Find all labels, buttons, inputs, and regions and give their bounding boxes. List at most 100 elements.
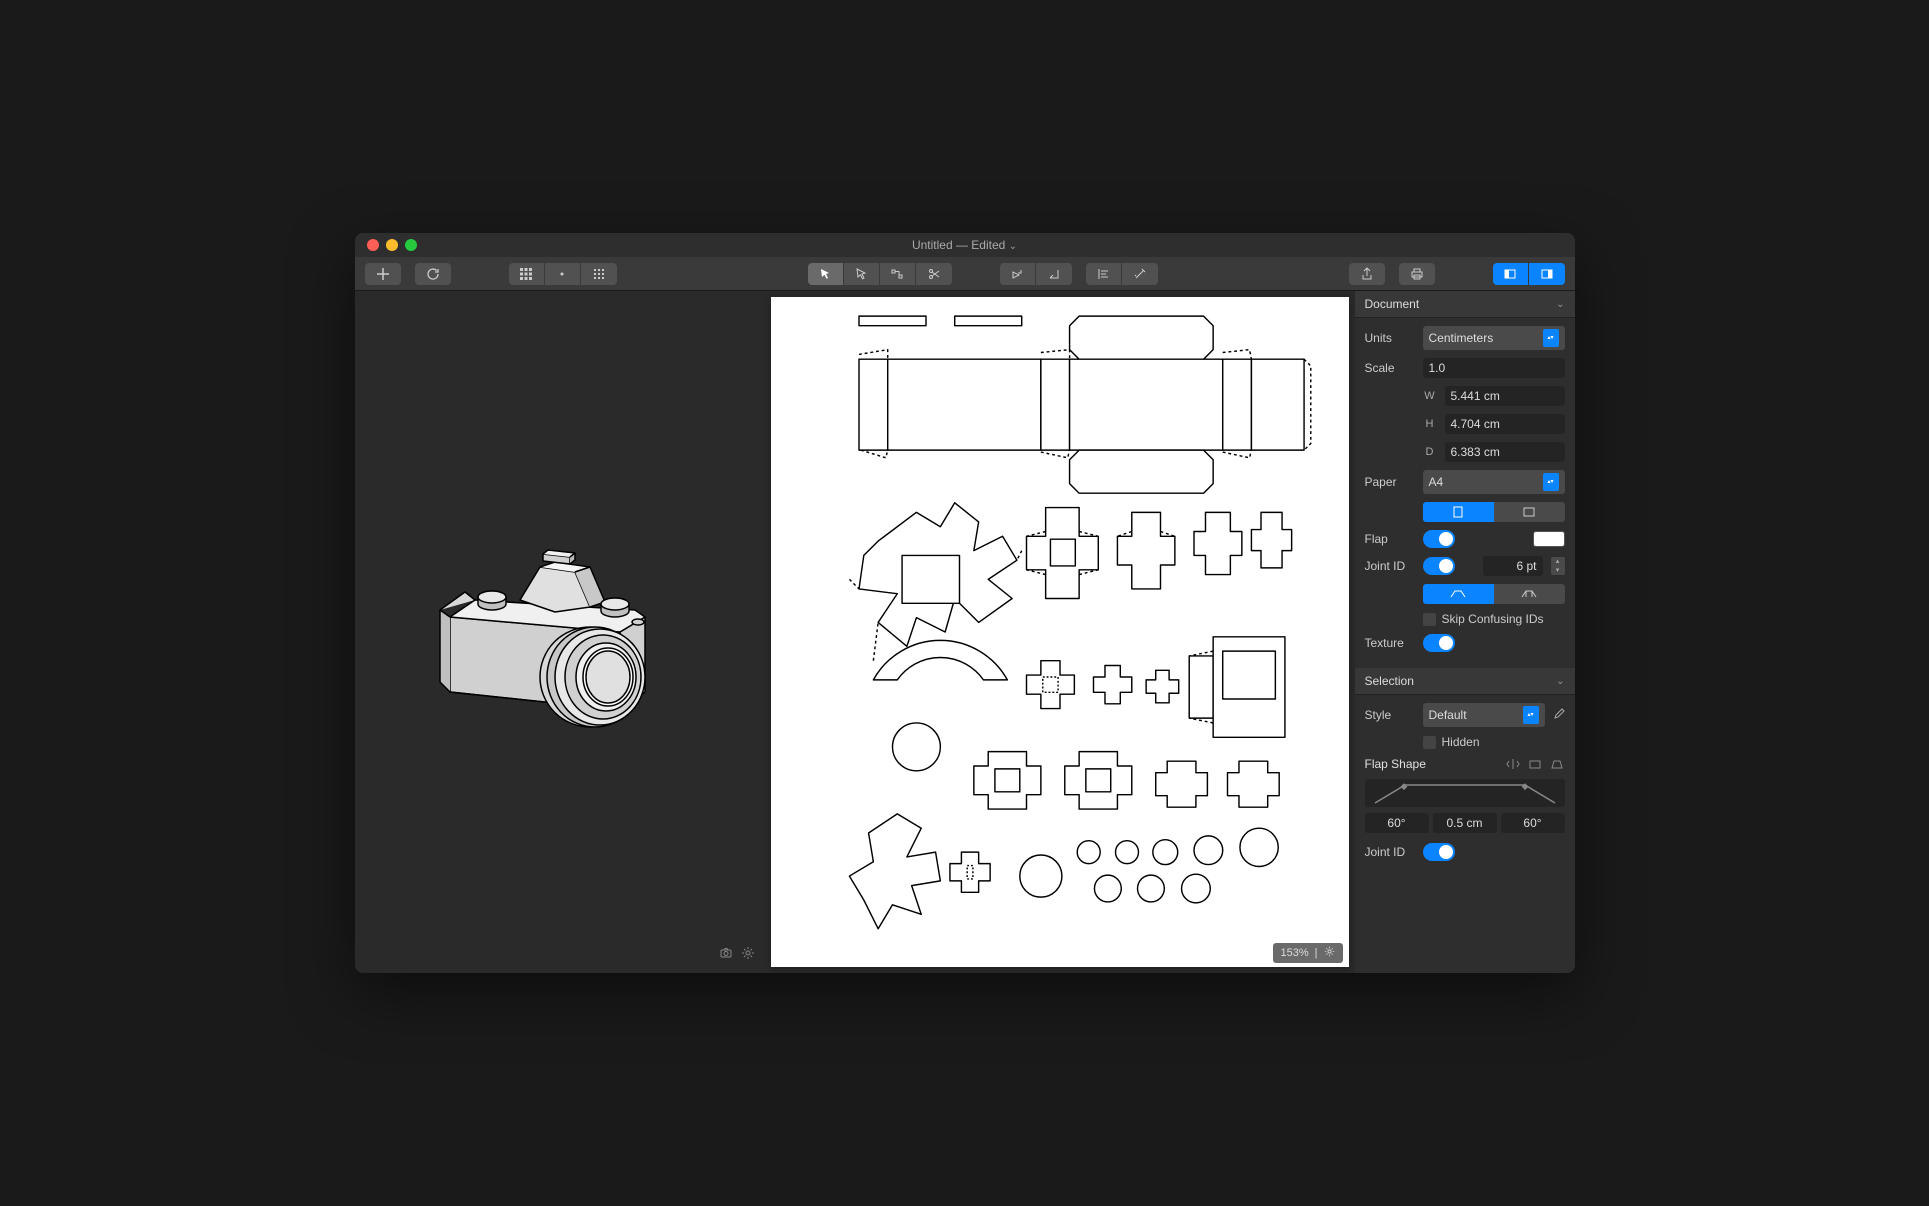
joint-id-size-input[interactable]: 6 pt bbox=[1483, 556, 1543, 576]
viewport-3d[interactable] bbox=[355, 291, 765, 973]
refresh-icon bbox=[426, 267, 440, 281]
portrait-icon bbox=[1453, 506, 1463, 518]
flap-color-swatch[interactable] bbox=[1533, 531, 1565, 547]
style-label: Style bbox=[1365, 708, 1415, 722]
selection-joint-id-switch[interactable] bbox=[1423, 843, 1455, 861]
toolbar bbox=[355, 257, 1575, 291]
paper-canvas[interactable] bbox=[771, 297, 1349, 967]
grid-small-button[interactable] bbox=[581, 263, 617, 285]
view-inspector-button[interactable] bbox=[1529, 263, 1565, 285]
panel-left-icon bbox=[1503, 267, 1517, 281]
flap-switch[interactable] bbox=[1423, 530, 1455, 548]
maximize-window-button[interactable] bbox=[405, 239, 417, 251]
scissors-icon bbox=[927, 267, 941, 281]
skip-confusing-checkbox[interactable] bbox=[1423, 613, 1436, 626]
joint-id-switch[interactable] bbox=[1423, 557, 1455, 575]
viewport-3d-controls bbox=[719, 946, 755, 963]
paper-select[interactable]: A4 ▴▾ bbox=[1423, 470, 1565, 494]
joint-id-stepper[interactable]: ▴▾ bbox=[1551, 557, 1565, 575]
skip-confusing-label: Skip Confusing IDs bbox=[1442, 612, 1544, 626]
window-title[interactable]: Untitled — Edited ⌄ bbox=[912, 238, 1017, 252]
titlebar: Untitled — Edited ⌄ bbox=[355, 233, 1575, 257]
print-button[interactable] bbox=[1399, 263, 1435, 285]
flap-preset-2-icon[interactable] bbox=[1549, 757, 1565, 771]
zoom-level[interactable]: 153% bbox=[1281, 947, 1309, 959]
grid-dot-button[interactable] bbox=[545, 263, 581, 285]
close-window-button[interactable] bbox=[367, 239, 379, 251]
add-button[interactable] bbox=[365, 263, 401, 285]
flap-inside-icon bbox=[1449, 589, 1467, 599]
select-tool-button[interactable] bbox=[808, 263, 844, 285]
rotate-button[interactable] bbox=[1000, 263, 1036, 285]
mirror-icon[interactable] bbox=[1505, 757, 1521, 771]
flap-label: Flap bbox=[1365, 532, 1415, 546]
flap-handle-left[interactable]: ◆ bbox=[1401, 781, 1408, 792]
unfold-pattern bbox=[771, 297, 1349, 967]
flap-angle-left-input[interactable]: 60° bbox=[1365, 813, 1429, 833]
panel-right-icon bbox=[1540, 267, 1554, 281]
view-3d-button[interactable] bbox=[1493, 263, 1529, 285]
selection-header-label: Selection bbox=[1365, 674, 1414, 688]
join-icon bbox=[890, 267, 904, 281]
share-icon bbox=[1360, 267, 1374, 281]
align-button[interactable] bbox=[1086, 263, 1122, 285]
flap-angle-right-input[interactable]: 60° bbox=[1501, 813, 1565, 833]
style-select[interactable]: Default ▴▾ bbox=[1423, 703, 1545, 727]
app-window: Untitled — Edited ⌄ bbox=[355, 233, 1575, 973]
texture-label: Texture bbox=[1365, 636, 1415, 650]
cursor-outline-icon bbox=[854, 267, 868, 281]
hidden-checkbox[interactable] bbox=[1423, 736, 1436, 749]
refresh-button[interactable] bbox=[415, 263, 451, 285]
flap-shape-editor[interactable]: ◆ ◆ bbox=[1365, 779, 1565, 807]
flap-depth-input[interactable]: 0.5 cm bbox=[1433, 813, 1497, 833]
minimize-window-button[interactable] bbox=[386, 239, 398, 251]
scale-input[interactable]: 1.0 bbox=[1423, 358, 1565, 378]
selection-panel-header[interactable]: Selection ⌄ bbox=[1355, 668, 1575, 695]
joint-id-outside-button[interactable] bbox=[1494, 584, 1565, 604]
join-tool-button[interactable] bbox=[880, 263, 916, 285]
landscape-button[interactable] bbox=[1494, 502, 1565, 522]
flip-button[interactable] bbox=[1036, 263, 1072, 285]
grid-small-icon bbox=[592, 267, 606, 281]
selection-joint-id-label: Joint ID bbox=[1365, 845, 1415, 859]
portrait-button[interactable] bbox=[1423, 502, 1494, 522]
flap-shape-label: Flap Shape bbox=[1365, 757, 1426, 771]
document-panel-body: Units Centimeters ▴▾ Scale 1.0 W 5.441 c… bbox=[1355, 318, 1575, 668]
flip-icon bbox=[1047, 267, 1061, 281]
units-label: Units bbox=[1365, 331, 1415, 345]
wand-icon bbox=[1133, 267, 1147, 281]
viewport-2d[interactable]: 153% | bbox=[765, 291, 1355, 973]
scissors-tool-button[interactable] bbox=[916, 263, 952, 285]
share-button[interactable] bbox=[1349, 263, 1385, 285]
zoom-gear-icon[interactable] bbox=[1324, 946, 1335, 960]
dot-icon bbox=[555, 267, 569, 281]
flap-preset-1-icon[interactable] bbox=[1527, 757, 1543, 771]
depth-input[interactable]: 6.383 cm bbox=[1445, 442, 1565, 462]
height-label: H bbox=[1423, 418, 1437, 430]
magic-button[interactable] bbox=[1122, 263, 1158, 285]
units-select[interactable]: Centimeters ▴▾ bbox=[1423, 326, 1565, 350]
camera-icon[interactable] bbox=[719, 946, 733, 963]
orientation-control bbox=[1423, 502, 1565, 522]
depth-label: D bbox=[1423, 446, 1437, 458]
document-header-label: Document bbox=[1365, 297, 1420, 311]
inspector-panel: Document ⌄ Units Centimeters ▴▾ Scale 1.… bbox=[1355, 291, 1575, 973]
edit-style-icon[interactable] bbox=[1553, 708, 1565, 723]
scale-label: Scale bbox=[1365, 361, 1415, 375]
direct-select-button[interactable] bbox=[844, 263, 880, 285]
print-icon bbox=[1410, 267, 1424, 281]
paper-label: Paper bbox=[1365, 475, 1415, 489]
grid-large-button[interactable] bbox=[509, 263, 545, 285]
gear-icon[interactable] bbox=[741, 946, 755, 963]
width-input[interactable]: 5.441 cm bbox=[1445, 386, 1565, 406]
flap-handle-right[interactable]: ◆ bbox=[1522, 781, 1529, 792]
texture-switch[interactable] bbox=[1423, 634, 1455, 652]
flap-outside-icon bbox=[1520, 589, 1538, 599]
grid-icon bbox=[519, 267, 533, 281]
selection-panel-body: Style Default ▴▾ Hidden bbox=[1355, 695, 1575, 877]
height-input[interactable]: 4.704 cm bbox=[1445, 414, 1565, 434]
zoom-indicator: 153% | bbox=[1273, 943, 1343, 963]
align-icon bbox=[1096, 267, 1110, 281]
document-panel-header[interactable]: Document ⌄ bbox=[1355, 291, 1575, 318]
joint-id-inside-button[interactable] bbox=[1423, 584, 1494, 604]
